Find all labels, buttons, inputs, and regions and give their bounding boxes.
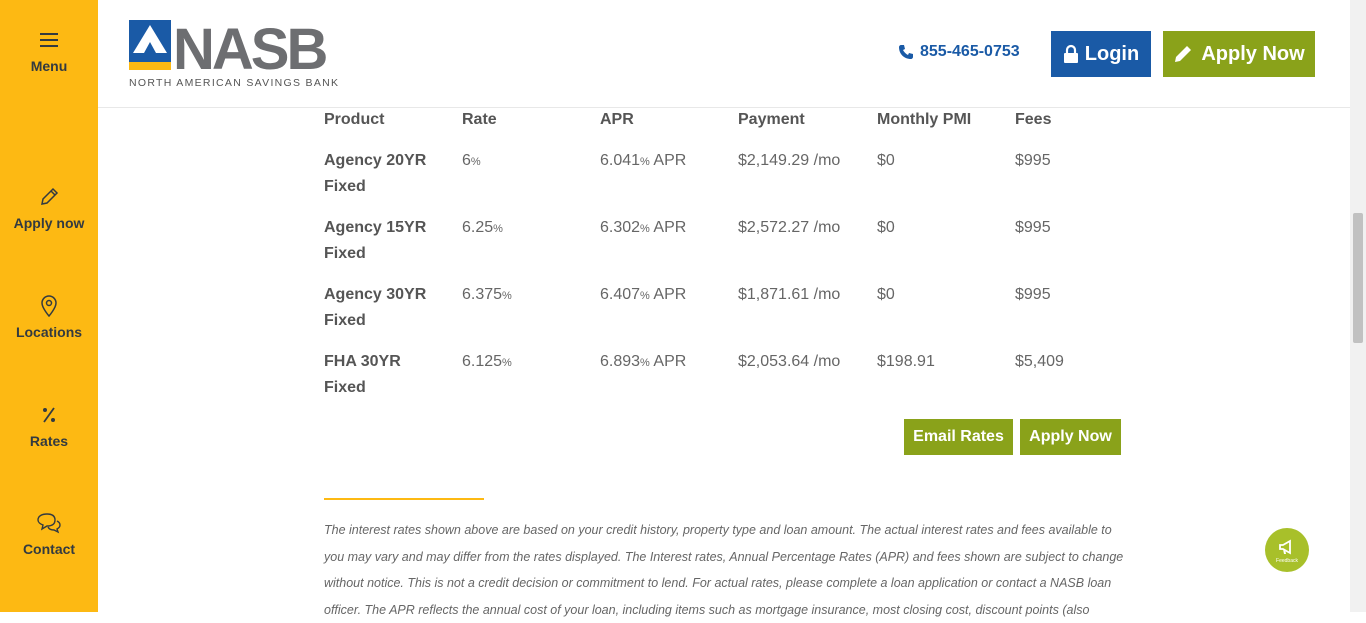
table-row: Agency 30YR Fixed 6.375% 6.407% APR $1,87… bbox=[324, 282, 1154, 342]
fees-cell: $5,409 bbox=[1015, 353, 1064, 370]
pmi-cell: $0 bbox=[877, 219, 895, 236]
rates-disclaimer: The interest rates shown above are based… bbox=[324, 523, 1124, 617]
pmi-cell: $0 bbox=[877, 286, 895, 303]
column-header-product: Product bbox=[324, 111, 385, 128]
map-pin-icon bbox=[41, 295, 57, 318]
sidebar-item-rates[interactable]: Rates bbox=[0, 403, 98, 449]
sidebar-item-locations[interactable]: Locations bbox=[0, 294, 98, 340]
column-header-fees: Fees bbox=[1015, 111, 1052, 128]
rate-cell: 6.375% bbox=[462, 286, 512, 303]
table-row: Agency 15YR Fixed 6.25% 6.302% APR $2,572… bbox=[324, 215, 1154, 275]
payment-cell: $2,053.64 /mo bbox=[738, 353, 841, 370]
column-header-monthly-pmi: Monthly PMI bbox=[877, 111, 972, 128]
section-divider bbox=[324, 498, 484, 500]
hamburger-icon bbox=[40, 33, 58, 47]
product-cell: FHA 30YR Fixed bbox=[324, 353, 401, 396]
feedback-label: Feedback bbox=[1276, 557, 1298, 564]
pmi-cell: $0 bbox=[877, 152, 895, 169]
fees-cell: $995 bbox=[1015, 286, 1051, 303]
logo-mark: NASB NORTH AMERICAN SAVINGS BANK bbox=[129, 17, 339, 89]
pencil-icon bbox=[1175, 46, 1192, 62]
chat-icon bbox=[37, 513, 61, 534]
scrollbar-thumb[interactable] bbox=[1353, 213, 1363, 343]
product-cell: Agency 20YR Fixed bbox=[324, 152, 427, 195]
apply-now-button[interactable]: Apply Now bbox=[1020, 419, 1121, 455]
apr-cell: 6.041% APR bbox=[600, 152, 687, 169]
lock-icon bbox=[1063, 44, 1078, 63]
apr-cell: 6.893% APR bbox=[600, 353, 687, 370]
sidebar-item-label: Menu bbox=[30, 58, 68, 74]
apply-now-header-button[interactable]: Apply Now bbox=[1163, 31, 1315, 77]
login-label: Login bbox=[1084, 42, 1140, 65]
sidebar-item-label: Contact bbox=[22, 541, 76, 557]
fees-cell: $995 bbox=[1015, 219, 1051, 236]
product-cell: Agency 30YR Fixed bbox=[324, 286, 427, 329]
phone-icon bbox=[899, 45, 913, 59]
page-scrollbar[interactable] bbox=[1350, 0, 1366, 612]
phone-link[interactable]: 855-465-0753 bbox=[898, 43, 1020, 61]
sidebar-item-contact[interactable]: Contact bbox=[0, 511, 98, 557]
email-rates-button[interactable]: Email Rates bbox=[904, 419, 1013, 455]
payment-cell: $2,149.29 /mo bbox=[738, 152, 841, 169]
pencil-icon bbox=[41, 187, 59, 205]
apr-cell: 6.302% APR bbox=[600, 219, 687, 236]
product-cell: Agency 15YR Fixed bbox=[324, 219, 427, 262]
apply-label: Apply Now bbox=[1201, 42, 1305, 65]
phone-number: 855-465-0753 bbox=[920, 43, 1020, 60]
column-header-payment: Payment bbox=[738, 111, 805, 128]
sidebar-item-apply-now[interactable]: Apply now bbox=[0, 185, 98, 231]
rate-cell: 6.25% bbox=[462, 219, 503, 236]
logo-subtext: NORTH AMERICAN SAVINGS BANK bbox=[129, 77, 339, 89]
login-button[interactable]: Login bbox=[1051, 31, 1151, 77]
table-row: FHA 30YR Fixed 6.125% 6.893% APR $2,053.6… bbox=[324, 349, 1154, 409]
rate-cell: 6% bbox=[462, 152, 481, 169]
payment-cell: $2,572.27 /mo bbox=[738, 219, 841, 236]
sidebar-item-label: Apply now bbox=[13, 215, 85, 231]
nasb-logo[interactable]: NASB NORTH AMERICAN SAVINGS BANK bbox=[129, 17, 344, 90]
feedback-button[interactable]: Feedback bbox=[1265, 528, 1309, 572]
site-header: NASB NORTH AMERICAN SAVINGS BANK 855-465… bbox=[98, 0, 1350, 108]
table-row: Agency 20YR Fixed 6% 6.041% APR $2,149.29… bbox=[324, 148, 1154, 208]
percent-icon bbox=[43, 407, 55, 423]
pmi-cell: $198.91 bbox=[877, 353, 935, 370]
sidebar-item-menu[interactable]: Menu bbox=[0, 28, 98, 74]
rate-cell: 6.125% bbox=[462, 353, 512, 370]
sidebar-item-label: Rates bbox=[29, 433, 69, 449]
megaphone-icon bbox=[1279, 538, 1291, 555]
sidebar-item-label: Locations bbox=[15, 324, 83, 340]
apr-cell: 6.407% APR bbox=[600, 286, 687, 303]
logo-text: NASB bbox=[173, 20, 326, 82]
fees-cell: $995 bbox=[1015, 152, 1051, 169]
payment-cell: $1,871.61 /mo bbox=[738, 286, 841, 303]
column-header-apr: APR bbox=[600, 111, 634, 128]
column-header-rate: Rate bbox=[462, 111, 497, 128]
sidebar: Menu Apply now Locations Rates Contact bbox=[0, 0, 98, 612]
